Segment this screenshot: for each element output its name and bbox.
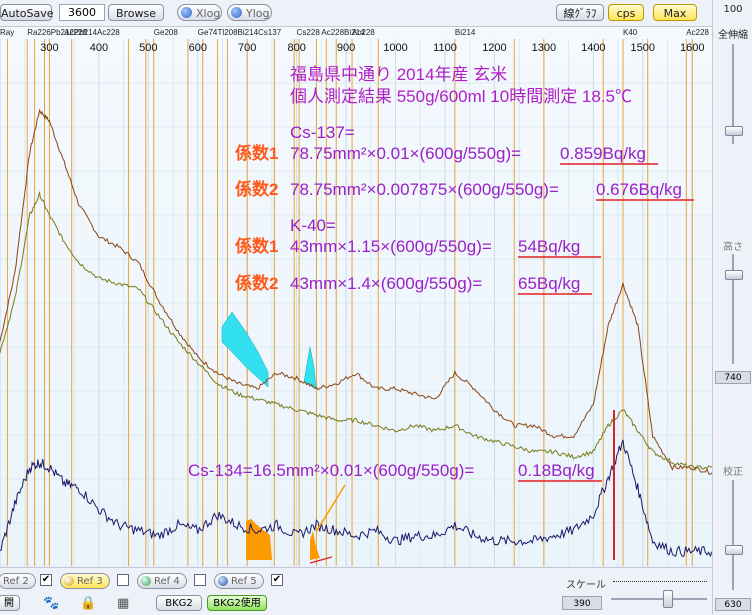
nuclide-label: Ge208: [154, 28, 179, 37]
radio-icon: [141, 576, 151, 586]
ylog-label: Ylog: [246, 7, 270, 20]
xlog-label: Xlog: [196, 7, 221, 20]
cs137-coef1-formula: 78.75mm²×0.01×(600g/550g)=: [290, 144, 521, 163]
radio-icon: [218, 576, 228, 586]
radio-icon: [181, 7, 192, 18]
x-tick-label: 1400: [581, 42, 605, 54]
ylog-toggle[interactable]: Ylog: [227, 4, 272, 21]
full-scale-slider[interactable]: [725, 126, 743, 136]
nuclide-label: Bi214: [455, 28, 476, 37]
autosave-button[interactable]: AutoSave: [0, 4, 54, 21]
x-tick-label: 800: [287, 42, 305, 54]
cs137-coef2-label: 係数2: [235, 179, 278, 199]
right-panel: 100 全伸縮 高さ 740 校正 630: [712, 0, 752, 614]
x-tick-label: 900: [337, 42, 355, 54]
full-scale-label: 全伸縮: [718, 30, 748, 41]
scale-ticks: [613, 581, 707, 583]
scale-value: 390: [562, 596, 602, 610]
ref5-label: Ref 5: [231, 576, 257, 587]
x-tick-label: 1200: [482, 42, 506, 54]
nuclide-label: Ge74: [198, 28, 218, 37]
x-tick-label: 400: [90, 42, 108, 54]
nuclide-label: Ray: [0, 28, 14, 37]
xlog-toggle[interactable]: Xlog: [177, 4, 222, 21]
paw-icon[interactable]: 🐾: [43, 597, 59, 611]
height-slider[interactable]: [725, 270, 743, 280]
x-tick-label: 1100: [433, 42, 457, 54]
nuclide-label: K40: [623, 28, 638, 37]
nuclide-label: Ac228: [686, 28, 709, 37]
annotation-cs137-head: Cs-137=: [290, 123, 355, 142]
k40-coef1-result: 54Bq/kg: [518, 237, 580, 256]
annotation-k40-head: K-40=: [290, 216, 336, 235]
max-button[interactable]: Max: [653, 4, 697, 21]
calib-label: 校正: [723, 467, 743, 478]
x-tick-label: 1300: [532, 42, 556, 54]
cs137-coef2-formula: 78.75mm²×0.007875×(600g/550g)=: [290, 180, 559, 199]
scale-label: スケール: [566, 580, 606, 591]
bkg2-use-button[interactable]: BKG2使用: [207, 595, 267, 611]
nuclide-label: Cs228: [297, 28, 321, 37]
time-input[interactable]: 3600: [59, 4, 105, 21]
radio-icon: [231, 7, 242, 18]
cps-button[interactable]: cps: [608, 4, 644, 21]
x-tick-label: 600: [189, 42, 207, 54]
open-button[interactable]: 開: [0, 595, 20, 611]
spectrum-chart: 300 400 500 600 700 800 900 1000 1100 1200 1300 140…: [0, 27, 712, 566]
calib-slider[interactable]: [725, 545, 743, 555]
bkg2-button[interactable]: BKG2: [156, 595, 202, 611]
ref5-button[interactable]: Ref 5: [214, 573, 264, 589]
ref3-label: Ref 3: [77, 576, 103, 587]
calib-track: [732, 480, 734, 590]
nuclide-label: Ac228: [352, 28, 375, 37]
ref4-label: Ref 4: [154, 576, 180, 587]
ref2-button[interactable]: Ref 2: [0, 573, 36, 589]
nuclide-label: Tl208Bi214Cs137: [218, 28, 282, 37]
height-label: 高さ: [723, 242, 743, 253]
grid-icon[interactable]: ▦: [117, 597, 129, 611]
bottom-panel: Ref 2 ✔ Ref 3 Ref 4 Ref 5 ✔ 開 🐾 🔒 ▦ BKG2…: [0, 567, 712, 615]
cs137-coef1-result: 0.859Bq/kg: [560, 144, 646, 163]
ref3-button[interactable]: Ref 3: [60, 573, 110, 589]
k40-coef1-formula: 43mm×1.15×(600g/550g)=: [290, 237, 492, 256]
x-tick-label: 500: [139, 42, 157, 54]
x-tick-label: 1000: [383, 42, 407, 54]
cs137-coef2-result: 0.676Bq/kg: [596, 180, 682, 199]
cs134-formula: Cs-134=16.5mm²×0.01×(600g/550g)=: [188, 461, 474, 480]
k40-coef2-formula: 43mm×1.4×(600g/550g)=: [290, 274, 482, 293]
scale-track: [611, 598, 707, 600]
calib-value: 630: [715, 598, 751, 611]
ref2-checkbox[interactable]: ✔: [40, 574, 52, 586]
scale-slider[interactable]: [662, 590, 673, 608]
lock-icon[interactable]: 🔒: [80, 597, 96, 611]
top-value: 100: [723, 4, 743, 15]
ref5-checkbox[interactable]: ✔: [271, 574, 283, 586]
k40-coef1-label: 係数1: [235, 236, 278, 256]
x-tick-label: 700: [238, 42, 256, 54]
nuclide-label: Ac228: [64, 28, 87, 37]
ref4-button[interactable]: Ref 4: [137, 573, 187, 589]
line-graph-button[interactable]: 線ｸﾞﾗﾌ: [556, 4, 604, 21]
browse-button[interactable]: Browse: [108, 4, 164, 21]
cs134-result: 0.18Bq/kg: [518, 461, 595, 480]
k40-coef2-label: 係数2: [235, 273, 278, 293]
annotation-title-1: 福島県中通り 2014年産 玄米: [290, 65, 507, 84]
ref3-checkbox[interactable]: [117, 574, 129, 586]
x-tick-label: 1500: [631, 42, 655, 54]
toolbar: AutoSave 3600 Browse Xlog Ylog 線ｸﾞﾗﾌ cps…: [0, 0, 712, 27]
annotation-title-2: 個人測定結果 550g/600ml 10時間測定 18.5℃: [290, 87, 632, 106]
k40-coef2-result: 65Bq/kg: [518, 274, 580, 293]
radio-icon: [64, 576, 74, 586]
chart-background: [0, 27, 712, 566]
ref4-checkbox[interactable]: [194, 574, 206, 586]
x-tick-label: 300: [40, 42, 58, 54]
cs137-coef1-label: 係数1: [235, 143, 278, 163]
x-tick-label: 1600: [680, 42, 704, 54]
height-value: 740: [715, 371, 751, 384]
